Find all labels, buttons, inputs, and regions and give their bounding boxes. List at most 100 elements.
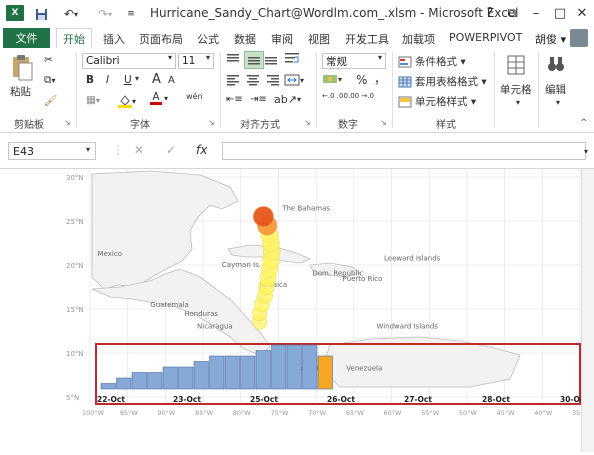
close-button[interactable]: ✕ [574, 4, 590, 22]
increase-indent-icon[interactable]: ⇥≡ [250, 94, 267, 105]
chevron-down-icon[interactable]: ▾ [516, 98, 520, 107]
minimize-button[interactable]: – [528, 4, 544, 22]
grow-font-button[interactable]: A [152, 72, 161, 87]
lon-label: 90°W [157, 409, 176, 417]
collapse-ribbon-icon[interactable]: ^ [580, 118, 588, 128]
name-box[interactable]: E43 [8, 142, 96, 160]
chevron-down-icon[interactable]: ▾ [378, 53, 382, 62]
tab-formulas[interactable]: 公式 [197, 31, 219, 47]
number-group-label: 数字 [338, 120, 358, 131]
chevron-down-icon[interactable]: ▾ [164, 94, 168, 103]
align-right-icon[interactable] [266, 74, 280, 86]
chevron-down-icon[interactable]: ▾ [168, 53, 172, 62]
maximize-button[interactable]: □ [552, 4, 568, 22]
merge-center-icon[interactable]: ▾ [284, 73, 304, 87]
editing-group-label[interactable]: 编辑 [545, 82, 566, 97]
tab-developer[interactable]: 开发工具 [345, 31, 389, 47]
align-center-icon[interactable] [246, 74, 260, 86]
user-name[interactable]: 胡俊 ▾ [535, 31, 566, 47]
percent-button[interactable]: % [356, 73, 367, 87]
fill-color-icon[interactable]: ▾ [118, 94, 136, 108]
worksheet[interactable]: 30°N 25°N 20°N 15°N 10°N 5°N 100°W 95°W 90°W 85°W… [0, 169, 594, 452]
alignment-launcher-icon[interactable]: ↘ [304, 118, 311, 127]
cells-icon[interactable] [506, 54, 526, 76]
tab-insert[interactable]: 插入 [103, 31, 125, 47]
expand-formula-bar-icon[interactable]: ▾ [584, 147, 588, 156]
undo-icon[interactable]: ↶ ▾ [58, 5, 84, 23]
font-color-icon[interactable]: A [150, 92, 162, 105]
date-label: 28-Oct [482, 395, 510, 404]
place-label: The Bahamas [281, 204, 330, 212]
font-name-select[interactable]: Calibri [82, 53, 176, 69]
tab-addins[interactable]: 加载项 [402, 31, 435, 47]
hurricane-chart[interactable]: 30°N 25°N 20°N 15°N 10°N 5°N100°W 95°W 90°W 85°W… [0, 169, 591, 452]
chevron-down-icon[interactable]: ▾ [206, 53, 210, 62]
align-middle-icon[interactable] [244, 51, 264, 69]
currency-icon[interactable]: ▾ [322, 72, 342, 86]
copy-icon[interactable]: ⧉ ▾ [44, 74, 56, 87]
chevron-down-icon[interactable]: ▾ [556, 98, 560, 107]
binoculars-icon[interactable] [546, 54, 566, 74]
bold-button[interactable]: B [86, 74, 94, 86]
paste-button-label[interactable]: 粘贴 [10, 84, 31, 99]
enter-icon[interactable]: ✓ [166, 143, 176, 157]
cells-group-label[interactable]: 单元格 [500, 82, 532, 97]
decrease-decimal-button[interactable]: .00 →.0 [348, 92, 374, 100]
place-label: Mexico [98, 250, 122, 258]
tab-data[interactable]: 数据 [234, 31, 256, 47]
clipboard-launcher-icon[interactable]: ↘ [64, 118, 71, 127]
borders-icon[interactable]: ▦ ▾ [86, 94, 100, 106]
timeline-bar [271, 344, 287, 390]
paste-icon[interactable] [8, 52, 36, 84]
chevron-down-icon[interactable]: ▾ [86, 145, 90, 154]
italic-button[interactable]: I [106, 74, 109, 86]
increase-decimal-button[interactable]: ←.0 .00 [322, 92, 348, 100]
formula-input[interactable] [222, 142, 586, 160]
lat-label: 20°N [66, 262, 84, 270]
align-bottom-icon[interactable] [264, 53, 278, 65]
date-label: 23-Oct [173, 395, 201, 404]
lon-label: 100°W [82, 409, 105, 417]
font-launcher-icon[interactable]: ↘ [208, 118, 215, 127]
underline-button[interactable]: U [124, 74, 132, 86]
format-painter-icon[interactable]: 🖌 [44, 94, 57, 107]
wrap-text-icon[interactable] [284, 52, 300, 66]
redo-icon[interactable]: ↷ ▾ [92, 5, 118, 23]
tab-view[interactable]: 视图 [308, 31, 330, 47]
help-button[interactable]: ? [482, 4, 498, 22]
track-point [253, 206, 274, 227]
alignment-group-label: 对齐方式 [240, 120, 280, 131]
save-icon[interactable] [32, 5, 50, 23]
tab-powerpivot[interactable]: POWERPIVOT [449, 31, 522, 44]
vertical-scrollbar[interactable] [581, 169, 594, 452]
number-launcher-icon[interactable]: ↘ [380, 118, 387, 127]
timeline-bar [240, 355, 256, 390]
align-top-icon[interactable] [226, 53, 240, 65]
orientation-icon[interactable]: ab↗ ▾ [274, 93, 301, 106]
timeline-bar [116, 377, 132, 390]
conditional-formatting-button[interactable]: 条件格式 ▾ [398, 54, 466, 69]
decrease-indent-icon[interactable]: ⇤≡ [226, 94, 243, 105]
insert-function-button[interactable]: fx [196, 143, 207, 157]
cut-icon[interactable]: ✂ [44, 54, 53, 66]
cell-styles-button[interactable]: 单元格样式 ▾ [398, 94, 476, 109]
ribbon-display-button[interactable]: ⧉ [504, 4, 520, 22]
customize-qat-icon[interactable]: ≡ [124, 5, 138, 23]
tab-review[interactable]: 审阅 [271, 31, 293, 47]
comma-button[interactable]: ， [374, 70, 386, 87]
lat-label: 25°N [66, 218, 84, 226]
cancel-icon[interactable]: ✕ [134, 143, 144, 157]
lat-label: 30°N [66, 174, 84, 182]
align-left-icon[interactable] [226, 74, 240, 86]
tab-home[interactable]: 开始 [56, 28, 92, 49]
format-as-table-button[interactable]: 套用表格格式 ▾ [398, 74, 487, 89]
tab-file[interactable]: 文件 [3, 28, 50, 48]
chevron-down-icon[interactable]: ▾ [135, 74, 139, 83]
tab-page-layout[interactable]: 页面布局 [139, 31, 183, 47]
avatar[interactable] [570, 29, 588, 47]
number-format-select[interactable]: 常规 [322, 53, 386, 69]
excel-window: X ↶ ▾ ↷ ▾ ≡ Hurricane_Sandy_Chart@Wordlm.c… [0, 0, 594, 452]
timeline-bar [193, 361, 209, 390]
phonetic-button[interactable]: wén [186, 92, 203, 101]
shrink-font-button[interactable]: A [168, 75, 175, 86]
